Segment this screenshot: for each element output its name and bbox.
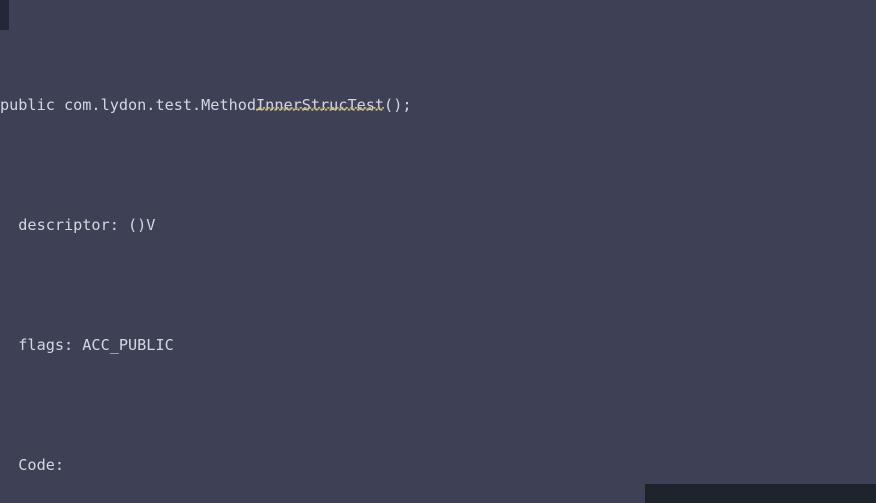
code-line-method-signature: public com.lydon.test.MethodInnerStrucTe… xyxy=(0,90,876,120)
terminal-output-pane[interactable]: public com.lydon.test.MethodInnerStrucTe… xyxy=(0,0,876,503)
code-line-code-header: Code: xyxy=(0,450,876,480)
code-line-descriptor: descriptor: ()V xyxy=(0,210,876,240)
code-line-flags: flags: ACC_PUBLIC xyxy=(0,330,876,360)
code-header-text: Code: xyxy=(0,456,65,474)
bottom-status-panel xyxy=(645,484,876,503)
method-signature-suffix: (); xyxy=(384,96,412,114)
flags-text: flags: ACC_PUBLIC xyxy=(0,336,174,354)
code-listing: public com.lydon.test.MethodInnerStrucTe… xyxy=(0,0,876,503)
descriptor-text: descriptor: ()V xyxy=(0,216,156,234)
method-name-misspelled: InnerStrucTest xyxy=(256,96,385,114)
method-signature-prefix: public com.lydon.test.Method xyxy=(0,96,257,114)
